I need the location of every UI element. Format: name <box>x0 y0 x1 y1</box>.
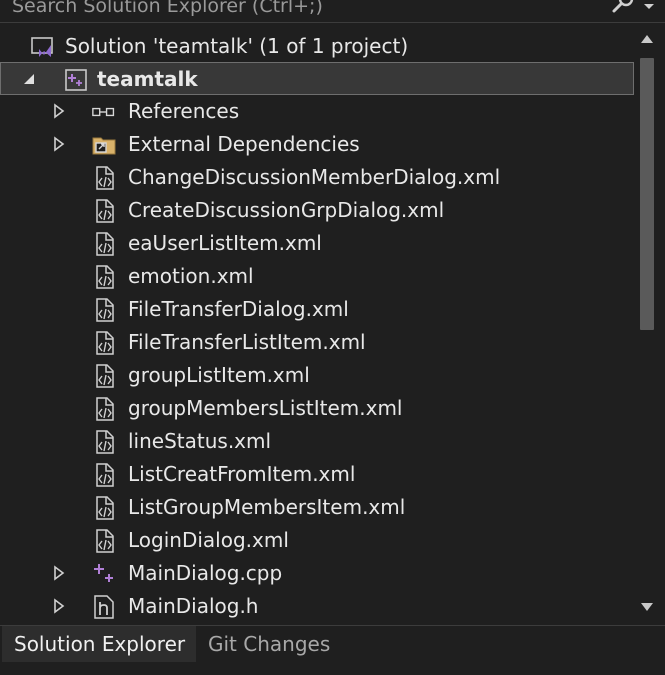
collapsed-arrow-icon[interactable] <box>51 136 67 152</box>
external-dependencies-folder-icon <box>92 137 116 155</box>
xml-file-icon <box>96 397 114 421</box>
tree-item-project[interactable]: teamtalk <box>0 62 634 95</box>
tree-item-label: External Dependencies <box>128 132 360 156</box>
scrollbar-thumb[interactable] <box>640 58 654 330</box>
chevron-down-icon[interactable] <box>642 0 656 14</box>
tree-item[interactable]: ListCreatFromItem.xml <box>0 458 634 491</box>
tree-item-label: ChangeDiscussionMemberDialog.xml <box>128 165 501 189</box>
tree-item-label: CreateDiscussionGrpDialog.xml <box>128 198 445 222</box>
tab-solution-explorer[interactable]: Solution Explorer <box>2 626 196 662</box>
tree-item-label: groupListItem.xml <box>128 363 310 387</box>
xml-file-icon <box>96 430 114 454</box>
references-icon <box>92 107 115 117</box>
tree-item-label: ListGroupMembersItem.xml <box>128 495 406 519</box>
tree-item-label: groupMembersListItem.xml <box>128 396 403 420</box>
tree-item-label: emotion.xml <box>128 264 254 288</box>
tree-item-label: LoginDialog.xml <box>128 528 289 552</box>
tree-item-label: FileTransferDialog.xml <box>128 297 349 321</box>
cpp-project-icon <box>65 69 87 91</box>
tree-item-label: MainDialog.cpp <box>128 561 283 585</box>
tree-item-solution[interactable]: Solution 'teamtalk' (1 of 1 project) <box>0 30 634 63</box>
expanded-arrow-icon[interactable] <box>21 71 37 87</box>
tree-item[interactable]: FileTransferDialog.xml <box>0 293 634 326</box>
tree-item-label: ListCreatFromItem.xml <box>128 462 356 486</box>
tree-item[interactable]: MainDialog.h <box>0 590 634 623</box>
tree-item[interactable]: FileTransferListItem.xml <box>0 326 634 359</box>
scroll-down-arrow-icon[interactable] <box>639 600 655 614</box>
xml-file-icon <box>96 232 114 256</box>
tree-item-label: References <box>128 99 240 123</box>
solution-icon <box>31 37 53 57</box>
tree-item[interactable]: MainDialog.cpp <box>0 557 634 590</box>
tree-item[interactable]: lineStatus.xml <box>0 425 634 458</box>
tree-item-label: FileTransferListItem.xml <box>128 330 366 354</box>
vertical-scrollbar[interactable] <box>636 28 658 624</box>
search-input[interactable] <box>0 0 612 21</box>
project-label: teamtalk <box>97 67 198 91</box>
header-file-icon <box>94 595 114 619</box>
tree-item[interactable]: groupMembersListItem.xml <box>0 392 634 425</box>
xml-file-icon <box>96 364 114 388</box>
solution-tree: Solution 'teamtalk' (1 of 1 project) tea… <box>0 28 634 624</box>
xml-file-icon <box>96 265 114 289</box>
tree-item[interactable]: References <box>0 95 634 128</box>
tree-item[interactable]: groupListItem.xml <box>0 359 634 392</box>
tree-item[interactable]: ChangeDiscussionMemberDialog.xml <box>0 161 634 194</box>
tree-item[interactable]: eaUserListItem.xml <box>0 227 634 260</box>
cpp-file-icon <box>94 564 113 582</box>
collapsed-arrow-icon[interactable] <box>51 598 67 614</box>
search-icon[interactable] <box>611 0 637 18</box>
tab-git-changes[interactable]: Git Changes <box>196 626 342 662</box>
xml-file-icon <box>96 199 114 223</box>
xml-file-icon <box>96 166 114 190</box>
search-bar <box>0 0 665 23</box>
tree-item-label: eaUserListItem.xml <box>128 231 322 255</box>
tree-item[interactable]: emotion.xml <box>0 260 634 293</box>
tool-window-tabs: Solution Explorer Git Changes <box>0 625 665 675</box>
tree-item[interactable]: LoginDialog.xml <box>0 524 634 557</box>
xml-file-icon <box>96 496 114 520</box>
xml-file-icon <box>96 331 114 355</box>
collapsed-arrow-icon[interactable] <box>51 565 67 581</box>
tree-item[interactable]: ListGroupMembersItem.xml <box>0 491 634 524</box>
xml-file-icon <box>96 529 114 553</box>
xml-file-icon <box>96 298 114 322</box>
tree-item-label: lineStatus.xml <box>128 429 272 453</box>
tree-item[interactable]: External Dependencies <box>0 128 634 161</box>
solution-label: Solution 'teamtalk' (1 of 1 project) <box>65 34 409 58</box>
collapsed-arrow-icon[interactable] <box>51 103 67 119</box>
scroll-up-arrow-icon[interactable] <box>639 32 655 46</box>
tree-item[interactable]: CreateDiscussionGrpDialog.xml <box>0 194 634 227</box>
xml-file-icon <box>96 463 114 487</box>
tree-item-label: MainDialog.h <box>128 594 259 618</box>
